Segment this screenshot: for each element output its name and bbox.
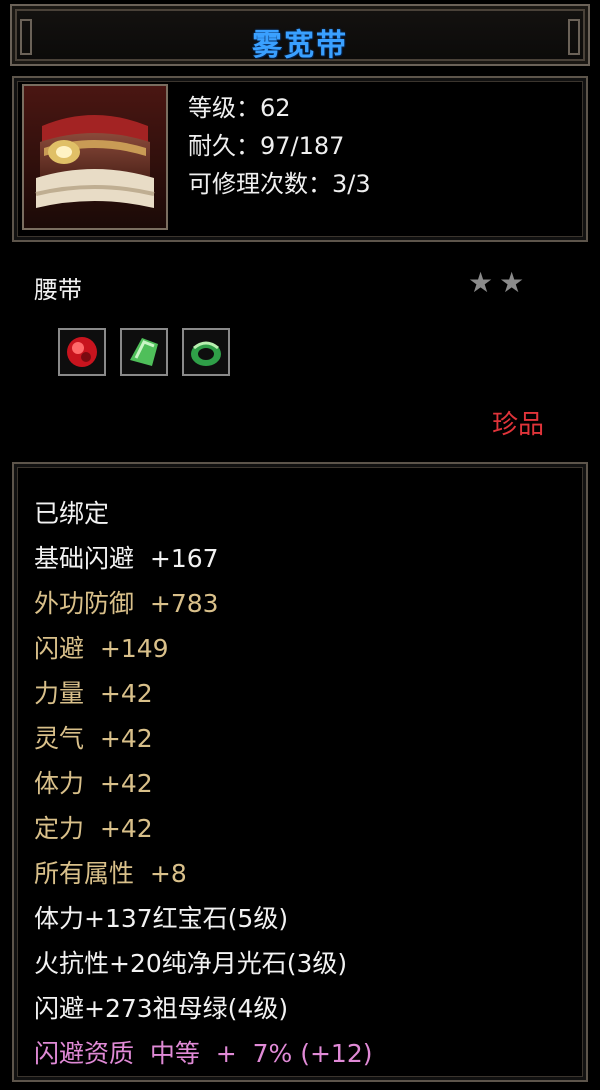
attribute-line: 力量 +42	[34, 679, 153, 708]
item-type: 腰带	[34, 276, 82, 304]
belt-icon	[22, 84, 168, 230]
attribute-line: 已绑定	[34, 499, 110, 528]
attribute-line: 定力 +42	[34, 814, 153, 843]
attribute-line: 所有属性 +8	[34, 859, 187, 888]
attribute-line: 火抗性+20纯净月光石(3级)	[34, 949, 348, 978]
star-rating-icon: ★★	[468, 266, 531, 299]
ruby-gem-icon[interactable]	[58, 328, 106, 376]
item-name: 雾宽带	[252, 28, 348, 63]
item-durability: 耐久：97/187	[188, 132, 345, 160]
attribute-line: 灵气 +42	[34, 724, 153, 753]
emerald-ring-icon[interactable]	[182, 328, 230, 376]
attribute-line: 体力 +42	[34, 769, 153, 798]
item-repair-count: 可修理次数：3/3	[188, 170, 371, 198]
attribute-line: 基础闪避 +167	[34, 544, 219, 573]
moonstone-gem-icon[interactable]	[120, 328, 168, 376]
attribute-line: 闪避资质 中等 + 7% (+12)	[34, 1039, 373, 1068]
attribute-line: 体力+137红宝石(5级)	[34, 904, 289, 933]
attribute-line: 外功防御 +783	[34, 589, 219, 618]
attribute-line: 闪避+273祖母绿(4级)	[34, 994, 289, 1023]
item-tooltip: 雾宽带 等级：62 耐久：97/187 可修理次数：3/3 腰带 ★★ 珍品 已…	[0, 0, 600, 1090]
item-level: 等级：62	[188, 94, 291, 122]
attribute-line: 闪避 +149	[34, 634, 169, 663]
rarity-label: 珍品	[492, 410, 545, 440]
title-bar: 雾宽带	[10, 4, 590, 66]
